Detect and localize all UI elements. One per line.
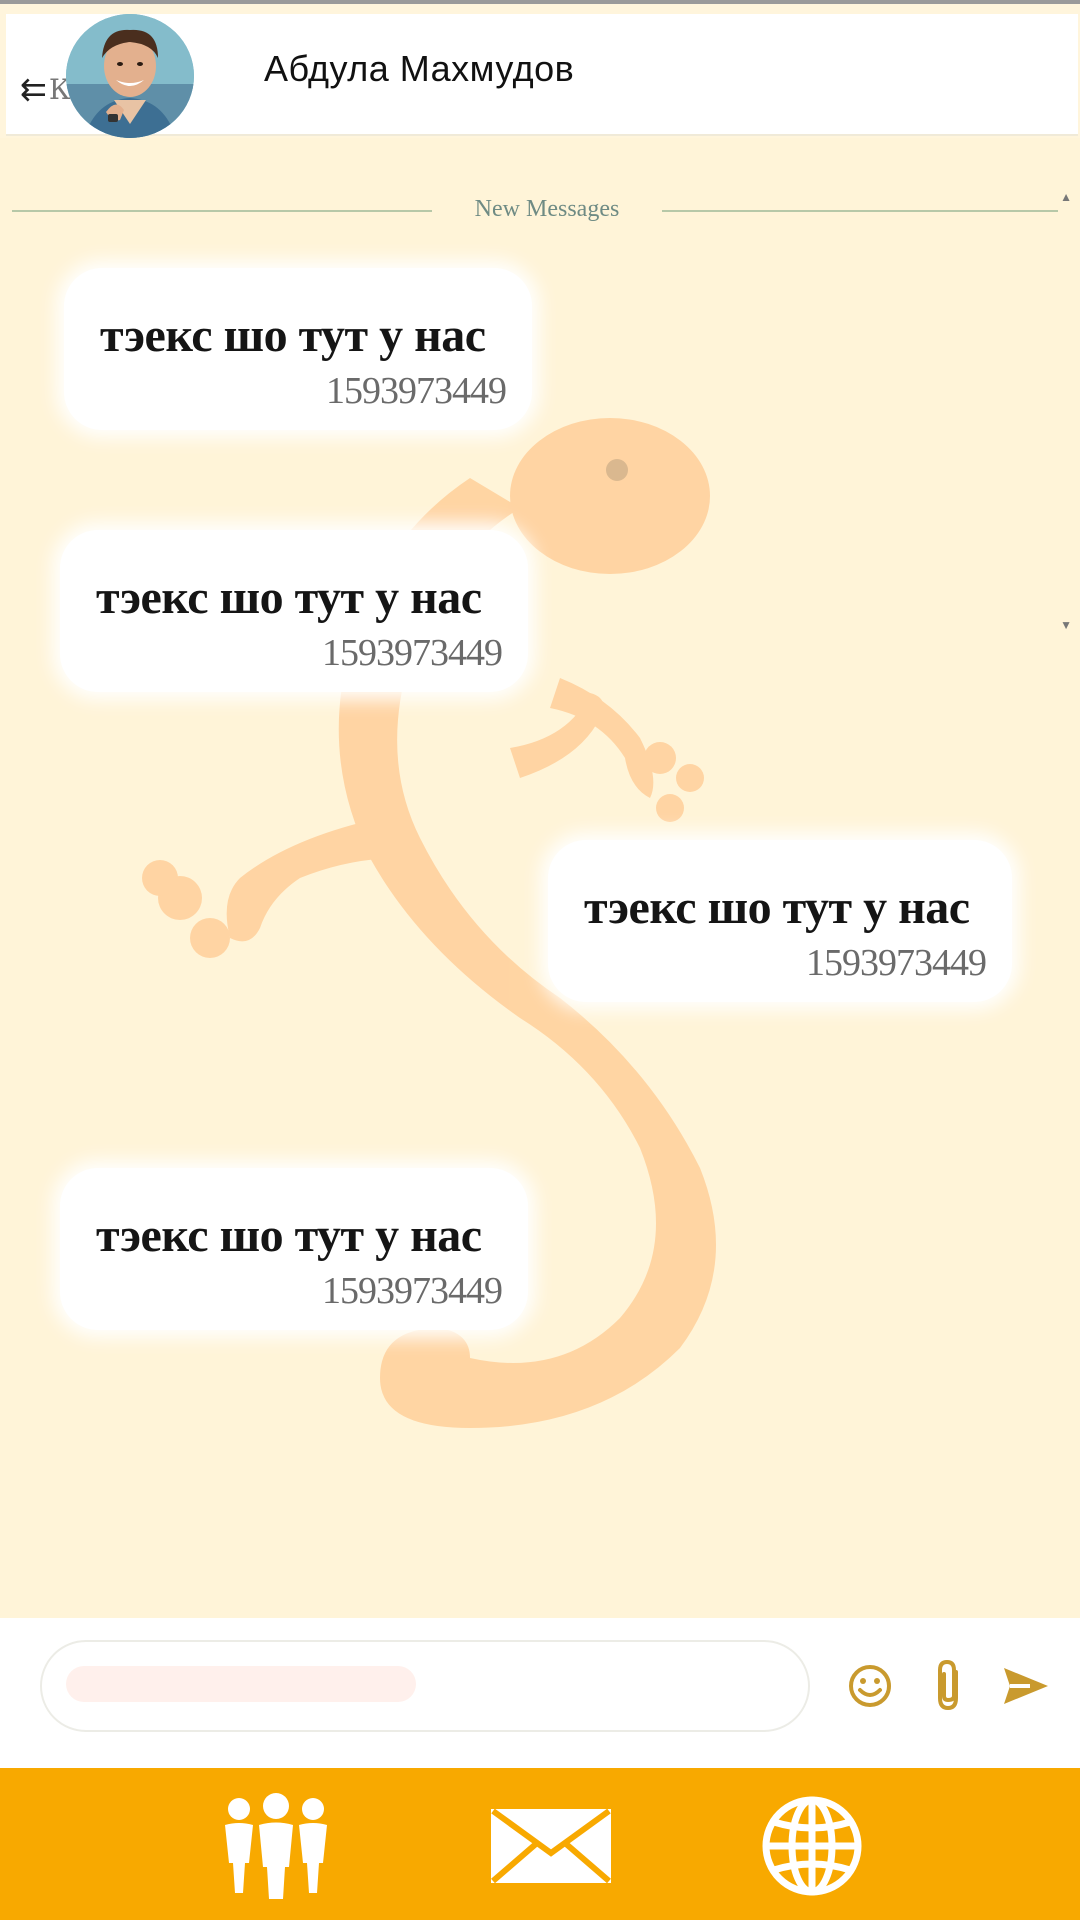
message-timestamp: 1593973449 <box>322 632 503 674</box>
new-messages-divider: New Messages <box>12 196 1058 226</box>
scrollbar[interactable] <box>1064 190 1074 910</box>
nav-contacts[interactable] <box>214 1786 338 1906</box>
attach-button[interactable] <box>922 1658 978 1714</box>
smiley-icon <box>849 1665 891 1707</box>
chat-screen: ⇇ К Абдула Махмудов ▲ ▼ New Messages тэе… <box>0 0 1080 1920</box>
people-icon <box>225 1793 327 1899</box>
divider-line-right <box>662 210 1058 212</box>
contact-name: Абдула Махмудов <box>264 48 575 89</box>
message-text: тэекс шо тут у нас <box>96 1209 482 1262</box>
message-timestamp: 1593973449 <box>806 942 987 984</box>
user-avatar-photo-icon <box>66 14 194 138</box>
divider-label: New Messages <box>474 196 620 222</box>
message-bubble-outgoing[interactable]: тэекс шо тут у нас 1593973449 <box>548 840 1012 1002</box>
message-text: тэекс шо тут у нас <box>100 309 486 362</box>
message-bubble-incoming[interactable]: тэекс шо тут у нас 1593973449 <box>60 530 528 692</box>
send-icon <box>1004 1668 1048 1704</box>
emoji-button[interactable] <box>842 1658 898 1714</box>
divider-line-left <box>12 210 432 212</box>
message-bubble-incoming[interactable]: тэекс шо тут у нас 1593973449 <box>60 1168 528 1330</box>
nav-world[interactable] <box>750 1786 874 1906</box>
message-timestamp: 1593973449 <box>322 1270 503 1312</box>
paperclip-icon <box>938 1659 958 1711</box>
message-text: тэекс шо тут у нас <box>584 881 970 934</box>
message-text: тэекс шо тут у нас <box>96 571 482 624</box>
message-timestamp: 1593973449 <box>326 370 507 412</box>
envelope-icon <box>491 1808 611 1884</box>
scroll-up-icon[interactable]: ▲ <box>1060 190 1072 204</box>
chat-header: ⇇ К Абдула Махмудов <box>6 14 1078 138</box>
send-button[interactable] <box>998 1658 1054 1714</box>
avatar[interactable] <box>66 14 194 138</box>
top-border <box>0 0 1080 4</box>
globe-icon <box>762 1796 862 1896</box>
scroll-down-icon[interactable]: ▼ <box>1060 618 1072 632</box>
nav-messages[interactable] <box>489 1786 613 1906</box>
input-highlight <box>66 1666 416 1702</box>
message-list[interactable]: ▲ ▼ New Messages тэекс шо тут у нас 1593… <box>0 138 1080 1618</box>
message-bubble-incoming[interactable]: тэекс шо тут у нас 1593973449 <box>64 268 532 430</box>
bottom-navigation <box>0 1768 1080 1920</box>
message-composer <box>0 1618 1080 1768</box>
back-arrow-icon: ⇇ <box>20 70 47 108</box>
